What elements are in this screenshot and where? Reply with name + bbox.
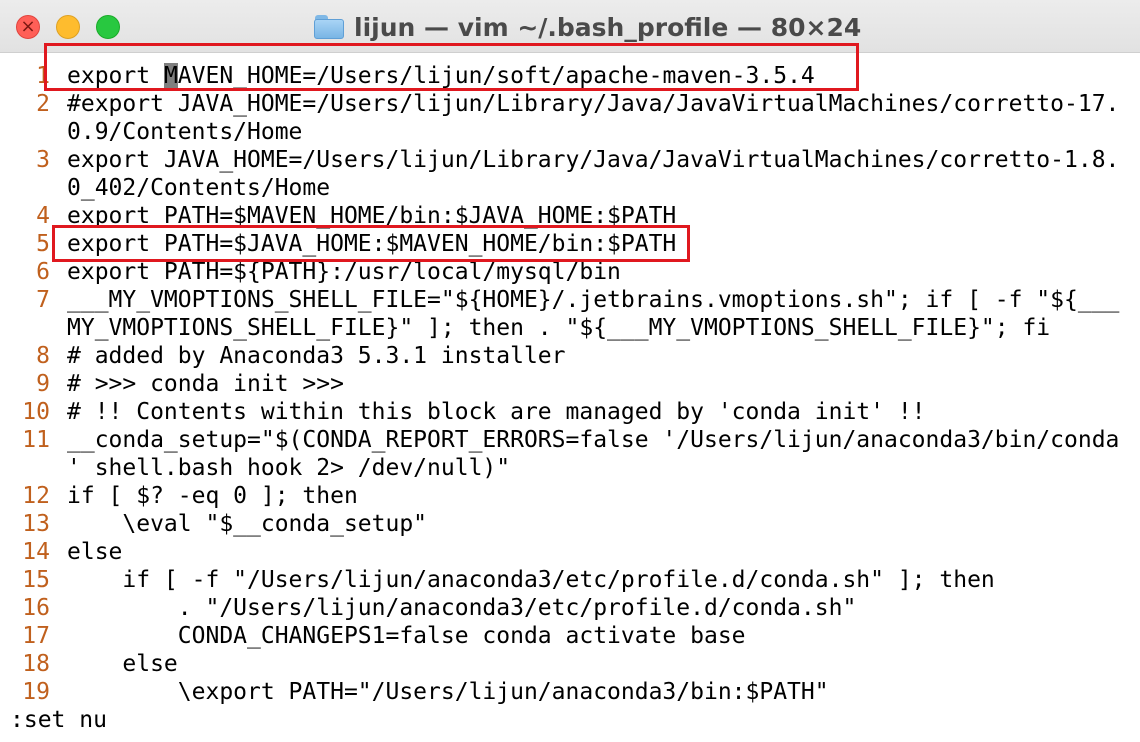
line-number: 5 xyxy=(36,231,50,257)
line-text: export PATH=${PATH}:/usr/local/mysql/bin xyxy=(67,259,621,285)
line-text: else xyxy=(67,651,178,677)
line-text: export MAVEN_HOME=/Users/lijun/soft/apac… xyxy=(67,62,815,90)
line-text: # !! Contents within this block are mana… xyxy=(67,399,926,425)
editor-line[interactable]: 2 #export JAVA_HOME=/Users/lijun/Library/… xyxy=(0,90,1140,118)
line-text: export JAVA_HOME=/Users/lijun/Library/Ja… xyxy=(67,147,1120,173)
line-number: 4 xyxy=(36,203,50,229)
line-text: CONDA_CHANGEPS1=false conda activate bas… xyxy=(67,623,746,649)
line-number: 8 xyxy=(36,343,50,369)
line-text: ___MY_VMOPTIONS_SHELL_FILE="${HOME}/.jet… xyxy=(67,287,1120,313)
title-bar[interactable]: lijun — vim ~/.bash_profile — 80×24 xyxy=(0,0,1140,53)
line-number: 15 xyxy=(22,567,50,593)
minimize-icon[interactable] xyxy=(56,15,80,39)
folder-icon xyxy=(314,15,344,39)
line-number: 7 xyxy=(36,287,50,313)
line-number: 2 xyxy=(36,91,50,117)
line-text: export PATH=$JAVA_HOME:$MAVEN_HOME/bin:$… xyxy=(67,231,677,257)
editor-line[interactable]: ' shell.bash hook 2> /dev/null)" xyxy=(0,454,1140,482)
editor-line[interactable]: 4 export PATH=$MAVEN_HOME/bin:$JAVA_HOME:… xyxy=(0,202,1140,230)
line-number: 10 xyxy=(22,399,50,425)
line-text: __conda_setup="$(CONDA_REPORT_ERRORS=fal… xyxy=(67,427,1120,453)
line-text: # added by Anaconda3 5.3.1 installer xyxy=(67,343,566,369)
line-number: 18 xyxy=(22,651,50,677)
line-text: # >>> conda init >>> xyxy=(67,371,344,397)
line-number: 14 xyxy=(22,539,50,565)
editor-line[interactable]: 8 # added by Anaconda3 5.3.1 installer xyxy=(0,342,1140,370)
line-text: ' shell.bash hook 2> /dev/null)" xyxy=(67,455,511,481)
line-text-rest: AVEN_HOME=/Users/lijun/soft/apache-maven… xyxy=(177,63,815,89)
editor-line[interactable]: 0.9/Contents/Home xyxy=(0,118,1140,146)
editor-line[interactable]: 0_402/Contents/Home xyxy=(0,174,1140,202)
close-icon[interactable] xyxy=(16,15,40,39)
line-text: \eval "$__conda_setup" xyxy=(67,511,428,537)
line-number: 6 xyxy=(36,259,50,285)
editor-line[interactable]: 11 __conda_setup="$(CONDA_REPORT_ERRORS=f… xyxy=(0,426,1140,454)
line-text-prefix: export xyxy=(67,63,164,89)
line-number: 11 xyxy=(22,427,50,453)
editor-line[interactable]: 18 else xyxy=(0,650,1140,678)
editor-line[interactable]: 5 export PATH=$JAVA_HOME:$MAVEN_HOME/bin:… xyxy=(0,230,1140,258)
line-text: export PATH=$MAVEN_HOME/bin:$JAVA_HOME:$… xyxy=(67,203,677,229)
editor-line[interactable]: 12 if [ $? -eq 0 ]; then xyxy=(0,482,1140,510)
editor-line[interactable]: 1 export MAVEN_HOME=/Users/lijun/soft/apa… xyxy=(0,62,1140,90)
line-text: 0.9/Contents/Home xyxy=(67,119,303,145)
line-text: else xyxy=(67,539,123,565)
text-cursor: M xyxy=(163,63,178,89)
editor-line[interactable]: 10 # !! Contents within this block are ma… xyxy=(0,398,1140,426)
line-text: 0_402/Contents/Home xyxy=(67,175,331,201)
line-number: 3 xyxy=(36,147,50,173)
editor-line[interactable]: 3 export JAVA_HOME=/Users/lijun/Library/J… xyxy=(0,146,1140,174)
editor-line[interactable]: 15 if [ -f "/Users/lijun/anaconda3/etc/p… xyxy=(0,566,1140,594)
editor-line[interactable]: MY_VMOPTIONS_SHELL_FILE}" ]; then . "${_… xyxy=(0,314,1140,342)
window-title-text: lijun — vim ~/.bash_profile — 80×24 xyxy=(354,12,862,42)
line-text: \export PATH="/Users/lijun/anaconda3/bin… xyxy=(67,679,829,705)
line-text: . "/Users/lijun/anaconda3/etc/profile.d/… xyxy=(67,595,857,621)
vim-editor[interactable]: 1 export MAVEN_HOME=/Users/lijun/soft/apa… xyxy=(0,62,1140,734)
line-text: if [ -f "/Users/lijun/anaconda3/etc/prof… xyxy=(67,567,995,593)
editor-line[interactable]: 6 export PATH=${PATH}:/usr/local/mysql/bi… xyxy=(0,258,1140,286)
terminal-window: lijun — vim ~/.bash_profile — 80×24 1 exp… xyxy=(0,0,1140,742)
line-text: MY_VMOPTIONS_SHELL_FILE}" ]; then . "${_… xyxy=(67,315,1051,341)
editor-line[interactable]: 7 ___MY_VMOPTIONS_SHELL_FILE="${HOME}/.je… xyxy=(0,286,1140,314)
vim-command-line[interactable]: :set nu xyxy=(0,706,1140,734)
line-number: 9 xyxy=(36,371,50,397)
window-title: lijun — vim ~/.bash_profile — 80×24 xyxy=(314,12,862,42)
line-text: #export JAVA_HOME=/Users/lijun/Library/J… xyxy=(67,91,1120,117)
editor-line[interactable]: 16 . "/Users/lijun/anaconda3/etc/profile… xyxy=(0,594,1140,622)
editor-line[interactable]: 13 \eval "$__conda_setup" xyxy=(0,510,1140,538)
editor-line[interactable]: 17 CONDA_CHANGEPS1=false conda activate … xyxy=(0,622,1140,650)
line-number: 12 xyxy=(22,483,50,509)
editor-line[interactable]: 19 \export PATH="/Users/lijun/anaconda3/… xyxy=(0,678,1140,706)
zoom-icon[interactable] xyxy=(96,15,120,39)
editor-line[interactable]: 14 else xyxy=(0,538,1140,566)
command-text: :set nu xyxy=(10,707,107,733)
editor-line[interactable]: 9 # >>> conda init >>> xyxy=(0,370,1140,398)
line-number: 1 xyxy=(36,63,50,89)
line-text: if [ $? -eq 0 ]; then xyxy=(67,483,358,509)
line-number: 16 xyxy=(22,595,50,621)
line-number: 19 xyxy=(22,679,50,705)
line-number: 13 xyxy=(22,511,50,537)
line-number: 17 xyxy=(22,623,50,649)
